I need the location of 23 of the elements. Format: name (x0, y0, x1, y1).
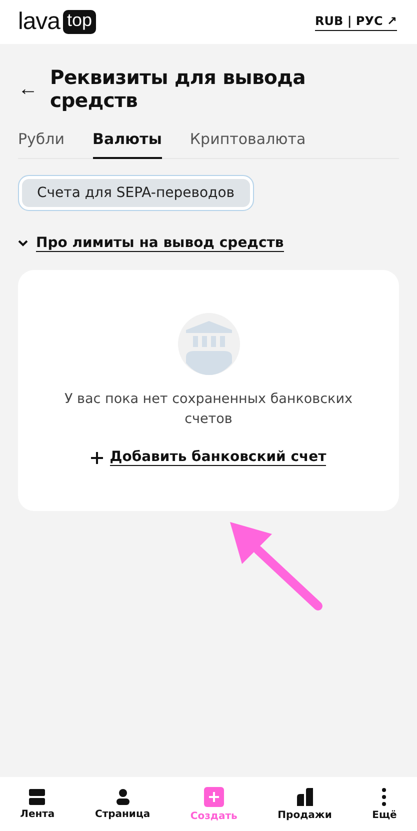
more-icon (382, 788, 386, 806)
nav-item[interactable]: Ещё (372, 788, 397, 820)
feed-icon (29, 788, 46, 804)
empty-message: У вас пока нет сохраненных банковских счетов (64, 390, 354, 429)
tab[interactable]: Валюты (92, 126, 162, 159)
back-button[interactable]: ← (18, 78, 38, 100)
plus-square-icon (204, 786, 224, 806)
tab[interactable]: Рубли (18, 126, 65, 159)
currency-language-link[interactable]: RUB | РУС ↗ (315, 14, 397, 30)
limits-link[interactable]: Про лимиты на вывод средств (36, 235, 284, 252)
bar-chart-icon (296, 788, 313, 806)
nav-item[interactable]: Лента (20, 788, 55, 820)
logo-text: lava (18, 10, 60, 34)
page-title: Реквизиты для вывода средств (50, 66, 306, 112)
plus-icon (90, 452, 103, 464)
add-bank-account-link[interactable]: Добавить банковский счет (110, 449, 326, 466)
filter-chip[interactable]: Счета для SEPA-переводов (18, 175, 254, 211)
person-icon (114, 788, 131, 804)
nav-item[interactable]: Страница (94, 788, 150, 820)
logo-badge: top (63, 10, 96, 34)
bank-icon (178, 313, 240, 375)
tab[interactable]: Криптовалюта (190, 126, 306, 159)
nav-item[interactable]: Продажи (278, 788, 332, 820)
